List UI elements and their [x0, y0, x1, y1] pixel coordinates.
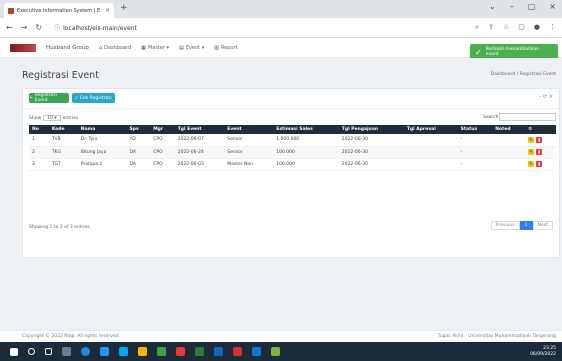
- mail-icon[interactable]: [138, 347, 147, 356]
- edit-icon[interactable]: ✎: [528, 160, 535, 167]
- search-label: Search:: [483, 115, 500, 120]
- calendar-icon: ▤: [179, 44, 184, 51]
- col-status[interactable]: Status: [457, 125, 493, 134]
- forward-icon[interactable]: →: [21, 23, 28, 32]
- footer-credit: Tugas Akhir - Universitas Muhammadiyah T…: [437, 334, 556, 339]
- brand-logo[interactable]: [10, 43, 36, 52]
- col-actions[interactable]: ⚙: [525, 125, 556, 134]
- nav-dashboard[interactable]: ⌂ Dashboard: [99, 45, 131, 51]
- prev-page-button[interactable]: Previous: [490, 221, 520, 230]
- nav-master[interactable]: ▦ Master ▾: [141, 45, 169, 51]
- star-icon[interactable]: ☆: [503, 23, 509, 32]
- table-row: 3 TGT Pratapa 1 DA CPO 2022-06-03 Master…: [29, 158, 556, 171]
- col-tgl-event[interactable]: Tgl Event: [174, 125, 225, 134]
- delete-icon[interactable]: ▮: [536, 136, 543, 143]
- page-footer: Copyright © 2022 Nagi. All rights reserv…: [0, 330, 562, 342]
- search-icon: ⌕: [75, 96, 78, 101]
- system-clock[interactable]: 23.25 06/09/2022: [530, 346, 556, 358]
- nav-report[interactable]: ▥ Report: [214, 45, 237, 51]
- back-icon[interactable]: ←: [6, 23, 13, 32]
- search-input[interactable]: [499, 113, 556, 121]
- zoom-icon[interactable]: ⌕: [475, 23, 479, 32]
- task-view-icon[interactable]: [45, 348, 52, 355]
- col-noted[interactable]: Noted: [492, 125, 526, 134]
- os-taskbar: 23.25 06/09/2022: [0, 342, 562, 361]
- event-card: + Registrasi Event ⌕ Cek Registrasi – ⟳ × …: [22, 88, 560, 258]
- share-icon[interactable]: ⇪: [488, 23, 494, 32]
- window-controls: ⌄ – ▢ ×: [489, 2, 556, 11]
- url-field[interactable]: ⓘ localhost/eis-main/event: [54, 23, 137, 32]
- menu-icon[interactable]: ⋮: [549, 23, 556, 32]
- spreadsheet-icon[interactable]: [195, 347, 204, 356]
- new-tab-button[interactable]: +: [120, 3, 128, 13]
- col-kode[interactable]: Kode: [48, 125, 78, 134]
- browser-actions: ⌕ ⇪ ☆ ▢ ● ⋮: [475, 23, 556, 32]
- table-header-row: No Kode Nama Spv Mgr Tgl Event Event Est…: [29, 125, 556, 134]
- browser-tab[interactable]: Executive Information System | E ×: [4, 3, 114, 18]
- store-icon[interactable]: [119, 347, 128, 356]
- page-title: Registrasi Event: [22, 70, 99, 81]
- delete-icon[interactable]: ▮: [536, 148, 543, 155]
- card-tools[interactable]: – ⟳ ×: [539, 94, 553, 100]
- main-content: Registrasi Event Dashboard / Registrasi …: [0, 58, 562, 330]
- sidebar-icon[interactable]: ▢: [518, 23, 525, 32]
- search-icon[interactable]: [28, 348, 35, 355]
- chrome-icon[interactable]: [176, 347, 185, 356]
- address-bar: ← → ↻ ⓘ localhost/eis-main/event ⌕ ⇪ ☆ ▢ …: [0, 18, 562, 38]
- home-icon: ⌂: [98, 44, 103, 51]
- file-explorer-icon[interactable]: [100, 347, 109, 356]
- entries-select[interactable]: 10 ▾: [43, 115, 61, 121]
- close-tab-icon[interactable]: ×: [105, 7, 110, 14]
- col-spv[interactable]: Spv: [126, 125, 151, 134]
- pagination: Previous 1 Next: [490, 221, 553, 230]
- col-tgl-aproval[interactable]: Tgl Aproval: [403, 125, 458, 134]
- reload-icon[interactable]: ↻: [35, 23, 42, 32]
- event-table: No Kode Nama Spv Mgr Tgl Event Event Est…: [29, 125, 556, 171]
- breadcrumb[interactable]: Dashboard / Registrasi Event: [491, 72, 556, 77]
- col-tgl-pengajuan[interactable]: Tgl Pengajuan: [338, 125, 404, 134]
- table-info: Showing 1 to 3 of 3 entries: [29, 225, 90, 230]
- col-estimasi[interactable]: Estimasi Sales: [273, 125, 339, 134]
- favicon-icon: [8, 7, 14, 14]
- notepad-icon[interactable]: [271, 347, 280, 356]
- add-event-button[interactable]: + Registrasi Event: [29, 93, 69, 103]
- show-entries: Show 10 ▾ entries: [29, 115, 79, 121]
- toast-message: Berhasil menambahkan event: [485, 47, 539, 57]
- check-registration-button[interactable]: ⌕ Cek Registrasi: [72, 93, 115, 103]
- tab-title: Executive Information System | E: [17, 7, 101, 14]
- check-icon: ✓: [475, 47, 482, 57]
- col-mgr[interactable]: Mgr: [150, 125, 175, 134]
- info-icon: ⓘ: [54, 25, 61, 32]
- table-row: 1 TVB Dr. Tyrs YD CPO 2022-06-07 Sensor …: [29, 134, 556, 147]
- page-1-button[interactable]: 1: [519, 221, 533, 230]
- browser-tab-bar: Executive Information System | E × + ⌄ –…: [0, 0, 562, 18]
- plus-icon: +: [29, 95, 33, 101]
- minimize-button[interactable]: –: [510, 2, 514, 11]
- edge-browser-icon[interactable]: [81, 347, 90, 356]
- next-page-button[interactable]: Next: [532, 221, 553, 230]
- widgets-icon[interactable]: [62, 347, 71, 356]
- edit-icon[interactable]: ✎: [528, 148, 535, 155]
- maximize-button[interactable]: ▢: [528, 2, 536, 11]
- report-icon: ▥: [214, 44, 219, 51]
- vscode-icon[interactable]: [252, 347, 261, 356]
- col-event[interactable]: Event: [224, 125, 274, 134]
- windows-start-icon[interactable]: [10, 347, 18, 356]
- pdf-icon[interactable]: [233, 347, 242, 356]
- profile-icon[interactable]: ●: [534, 23, 540, 32]
- table-row: 2 TKG Bitung Jaya DA CPO 2022-06-24 Sens…: [29, 146, 556, 159]
- edit-icon[interactable]: ✎: [528, 136, 535, 143]
- brand-name: Husband Group: [46, 44, 89, 51]
- col-nama[interactable]: Nama: [77, 125, 127, 134]
- tab-search-icon[interactable]: ⌄: [489, 2, 496, 11]
- divider: [23, 108, 559, 109]
- word-icon[interactable]: [214, 347, 223, 356]
- grid-icon: ▦: [141, 44, 146, 51]
- col-no[interactable]: No: [29, 125, 49, 134]
- copyright: Copyright © 2022 Nagi. All rights reserv…: [22, 334, 120, 339]
- delete-icon[interactable]: ▮: [536, 160, 543, 167]
- app-icon[interactable]: [157, 347, 166, 356]
- nav-event[interactable]: ▤ Event ▾: [179, 45, 204, 51]
- close-window-button[interactable]: ×: [549, 2, 556, 11]
